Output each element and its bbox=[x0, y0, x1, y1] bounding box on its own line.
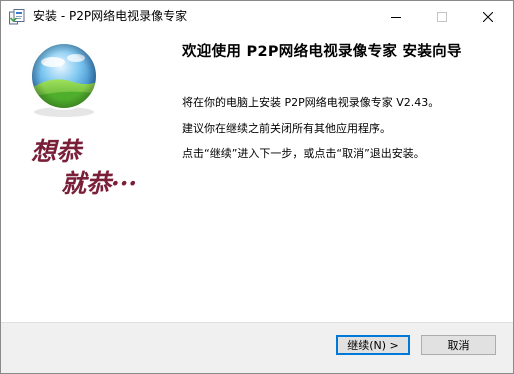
welcome-content: 欢迎使用 P2P网络电视录像专家 安装向导 将在你的电脑上安装 P2P网络电视录… bbox=[182, 43, 500, 160]
maximize-icon bbox=[437, 11, 447, 22]
maximize-button[interactable] bbox=[419, 1, 465, 32]
wizard-footer: 继续(N) > 取消 bbox=[1, 322, 513, 373]
installer-window: 安装 - P2P网络电视录像专家 想恭 就恭··· 欢迎使用 P2P网络电视录像… bbox=[0, 0, 514, 374]
minimize-button[interactable] bbox=[373, 1, 419, 32]
close-icon bbox=[483, 11, 493, 22]
calligraphy-line1: 想恭 bbox=[31, 137, 84, 166]
next-step-hint: 点击“继续”进入下一步，或点击“取消”退出安装。 bbox=[182, 147, 425, 160]
window-title: 安装 - P2P网络电视录像专家 bbox=[33, 9, 188, 23]
title-bar[interactable]: 安装 - P2P网络电视录像专家 bbox=[1, 1, 513, 32]
installer-app-icon bbox=[9, 9, 25, 25]
minimize-icon bbox=[391, 16, 401, 18]
calligraphy-line2: 就恭··· bbox=[61, 169, 137, 198]
landscape-globe-icon: 想恭 就恭··· bbox=[30, 42, 137, 198]
install-info-text: 将在你的电脑上安装 P2P网络电视录像专家 V2.43。 bbox=[182, 96, 440, 109]
close-apps-hint: 建议你在继续之前关闭所有其他应用程序。 bbox=[182, 122, 391, 135]
welcome-heading: 欢迎使用 P2P网络电视录像专家 安装向导 bbox=[182, 44, 462, 60]
close-button[interactable] bbox=[465, 1, 511, 32]
next-button[interactable]: 继续(N) > bbox=[336, 335, 410, 355]
cancel-button[interactable]: 取消 bbox=[421, 335, 496, 355]
wizard-side-image: 想恭 就恭··· bbox=[1, 32, 164, 322]
